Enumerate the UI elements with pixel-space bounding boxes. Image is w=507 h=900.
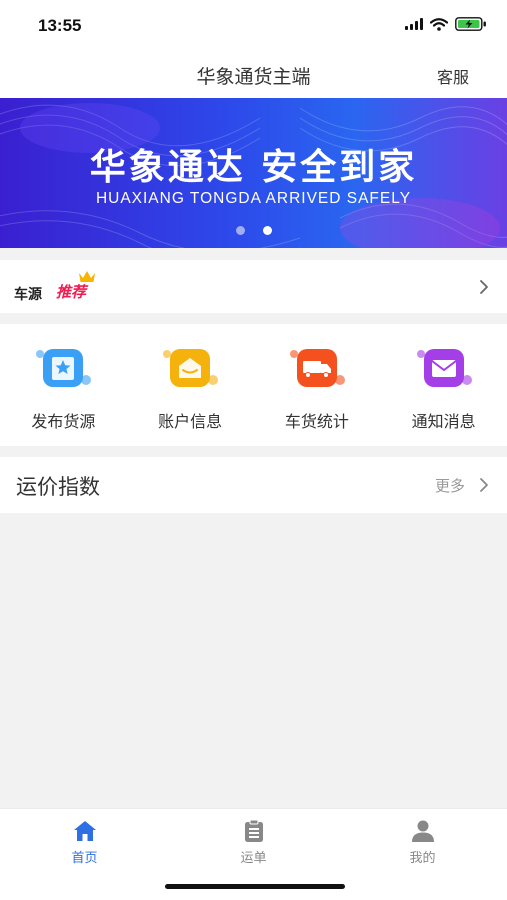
cargo-stats-button[interactable]: 车货统计	[254, 324, 381, 446]
tab-waybill[interactable]: 运单	[169, 809, 338, 879]
crown-icon	[79, 271, 95, 282]
banner-subtitle: HUAXIANG TONGDA ARRIVED SAFELY	[95, 190, 412, 207]
grid-label: 账户信息	[158, 412, 223, 431]
user-icon	[411, 820, 434, 842]
recommend-label: 车源	[14, 287, 42, 303]
grid-label: 通知消息	[411, 412, 476, 431]
mail-icon	[416, 349, 472, 387]
more-link[interactable]: 更多	[435, 475, 465, 496]
publish-star-icon	[36, 349, 92, 387]
tab-label: 首页	[71, 851, 98, 866]
page-title: 华象通货主端	[196, 66, 311, 88]
freight-index-title: 运价指数	[16, 475, 100, 499]
pagination-dot-active[interactable]	[262, 226, 272, 235]
grid-label: 发布货源	[31, 412, 96, 431]
wallet-icon	[163, 349, 219, 387]
banner-pagination	[0, 226, 507, 235]
tab-label: 运单	[240, 851, 267, 866]
grid-label: 车货统计	[284, 412, 349, 431]
tab-mine[interactable]: 我的	[338, 809, 507, 879]
status-time: 13:55	[38, 16, 82, 35]
status-icons	[405, 17, 487, 31]
freight-index-section: 运价指数 更多	[0, 457, 507, 513]
nav-bar: 华象通货主端 客服	[0, 52, 507, 98]
notification-button[interactable]: 通知消息	[380, 324, 507, 446]
pagination-dot[interactable]	[235, 226, 245, 235]
vehicle-recommend-row[interactable]: 车源 推荐	[0, 260, 507, 313]
truck-icon	[289, 349, 345, 387]
chevron-right-icon[interactable]	[479, 477, 489, 493]
wifi-icon	[430, 17, 448, 31]
function-grid: 发布货源 账户信息 车货统计 通知消息	[0, 324, 507, 446]
status-bar: 13:55	[0, 0, 507, 52]
chevron-right-icon	[480, 280, 488, 294]
publish-cargo-button[interactable]: 发布货源	[0, 324, 127, 446]
home-indicator	[165, 884, 345, 889]
tab-label: 我的	[409, 851, 436, 866]
customer-service-button[interactable]: 客服	[437, 64, 469, 88]
banner-title: 华象通达 安全到家	[89, 147, 418, 188]
account-info-button[interactable]: 账户信息	[127, 324, 254, 446]
tab-home[interactable]: 首页	[0, 809, 169, 879]
clipboard-icon	[244, 819, 263, 842]
battery-charging-icon	[455, 17, 486, 31]
recommend-badge: 推荐	[56, 283, 87, 301]
signal-icon	[405, 18, 423, 30]
home-icon	[73, 821, 96, 841]
